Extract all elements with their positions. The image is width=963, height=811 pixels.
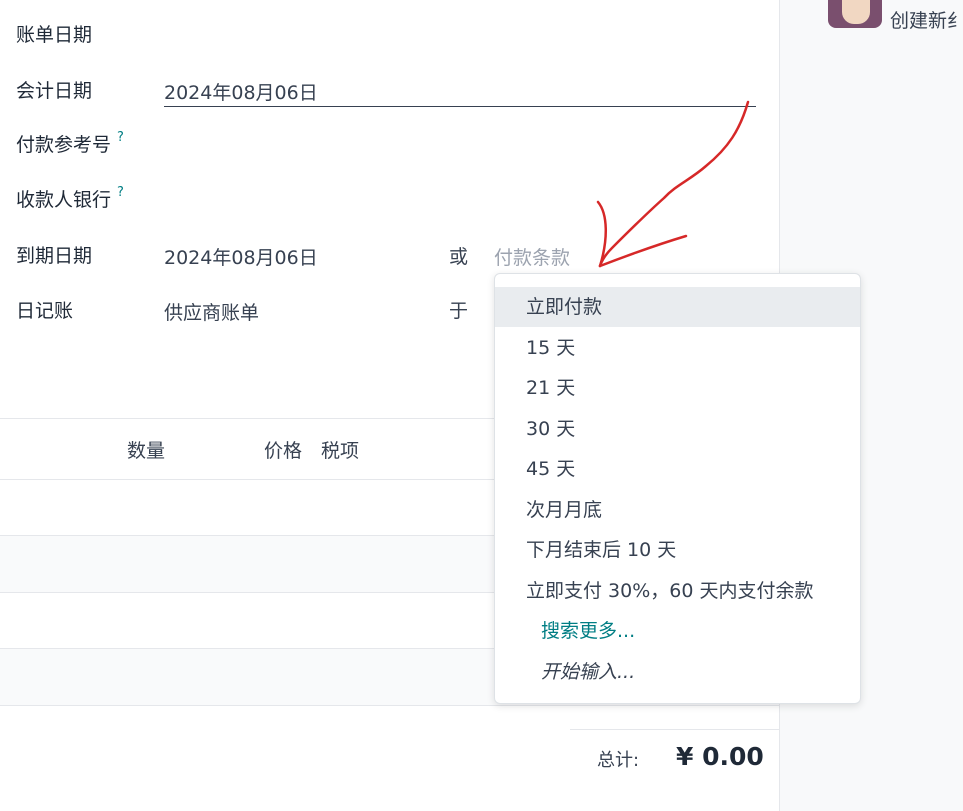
search-more-link[interactable]: 搜索更多... (495, 611, 860, 651)
option-30-percent-now[interactable]: 立即支付 30%，60 天内支付余款 (495, 571, 860, 611)
option-10-days-after-next-month[interactable]: 下月结束后 10 天 (495, 530, 860, 570)
option-21-days[interactable]: 21 天 (495, 368, 860, 408)
option-30-days[interactable]: 30 天 (495, 409, 860, 449)
option-end-of-next-month[interactable]: 次月月底 (495, 490, 860, 530)
option-15-days[interactable]: 15 天 (495, 328, 860, 368)
option-45-days[interactable]: 45 天 (495, 449, 860, 489)
start-typing-hint: 开始输入... (541, 661, 636, 683)
option-immediate[interactable]: 立即付款 (495, 287, 860, 327)
payment-terms-dropdown: 立即付款 15 天 21 天 30 天 45 天 次月月底 下月结束后 10 天… (494, 273, 861, 704)
